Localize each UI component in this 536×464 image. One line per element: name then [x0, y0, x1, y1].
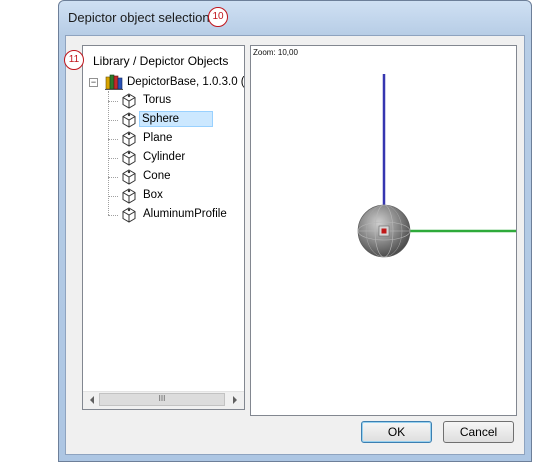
object-cube-icon	[122, 93, 136, 109]
tree-connector	[108, 120, 118, 121]
tree-connector	[108, 177, 118, 178]
object-cube-icon	[122, 112, 136, 128]
callout-badge-10: 10	[208, 7, 228, 27]
tree-connector	[108, 101, 118, 102]
object-cube-icon	[122, 207, 136, 223]
ok-button[interactable]: OK	[361, 421, 432, 443]
tree-item-label: Torus	[143, 94, 172, 106]
library-books-icon	[105, 74, 123, 90]
tree-item-box[interactable]: Box	[121, 187, 244, 205]
scroll-right-arrow-icon[interactable]	[233, 396, 237, 404]
tree-item-cone[interactable]: Cone	[121, 168, 244, 186]
callout-badge-11: 11	[64, 50, 84, 70]
center-marker	[381, 228, 387, 234]
tree-connector	[108, 196, 118, 197]
title-bar[interactable]: Depictor object selection 10	[59, 1, 531, 35]
tree-item-label: AluminumProfile	[143, 208, 227, 220]
tree-item-label: Cylinder	[143, 151, 186, 163]
scroll-thumb[interactable]: III	[99, 393, 225, 406]
tree-item-label: Box	[143, 189, 163, 201]
tree-item-label: Cone	[143, 170, 171, 182]
tree-header: Library / Depictor Objects	[93, 54, 229, 68]
window-title: Depictor object selection	[68, 10, 210, 25]
tree-item-sphere[interactable]: Sphere	[121, 111, 244, 129]
tree-connector	[108, 158, 118, 159]
depictor-selection-dialog: Depictor object selection 10 Library / D…	[58, 0, 532, 462]
3d-scene	[357, 74, 516, 258]
tree-item-plane[interactable]: Plane	[121, 130, 244, 148]
dialog-client-area: Library / Depictor Objects − DepictorBas…	[64, 35, 525, 455]
object-cube-icon	[122, 131, 136, 147]
tree-item-label: Sphere	[139, 111, 214, 127]
scroll-left-arrow-icon[interactable]	[90, 396, 94, 404]
tree-connector	[108, 139, 118, 140]
object-cube-icon	[122, 188, 136, 204]
object-cube-icon	[122, 169, 136, 185]
3d-preview-viewport[interactable]: Zoom: 10,00	[250, 45, 517, 416]
tree-item-torus[interactable]: Torus	[121, 92, 244, 110]
cancel-button[interactable]: Cancel	[443, 421, 514, 443]
tree-root-depictor-base[interactable]: − DepictorBase, 1.0.3.0 (	[89, 74, 245, 92]
object-tree-panel[interactable]: Library / Depictor Objects − DepictorBas…	[82, 45, 245, 410]
collapse-icon[interactable]: −	[89, 78, 98, 87]
tree-connector	[108, 215, 118, 216]
tree-root-label: DepictorBase, 1.0.3.0 (	[127, 76, 245, 88]
tree-item-cylinder[interactable]: Cylinder	[121, 149, 244, 167]
object-cube-icon	[122, 150, 136, 166]
tree-item-aluminumprofile[interactable]: AluminumProfile	[121, 206, 244, 224]
tree-horizontal-scrollbar[interactable]: III	[83, 391, 244, 409]
tree-item-label: Plane	[143, 132, 173, 144]
